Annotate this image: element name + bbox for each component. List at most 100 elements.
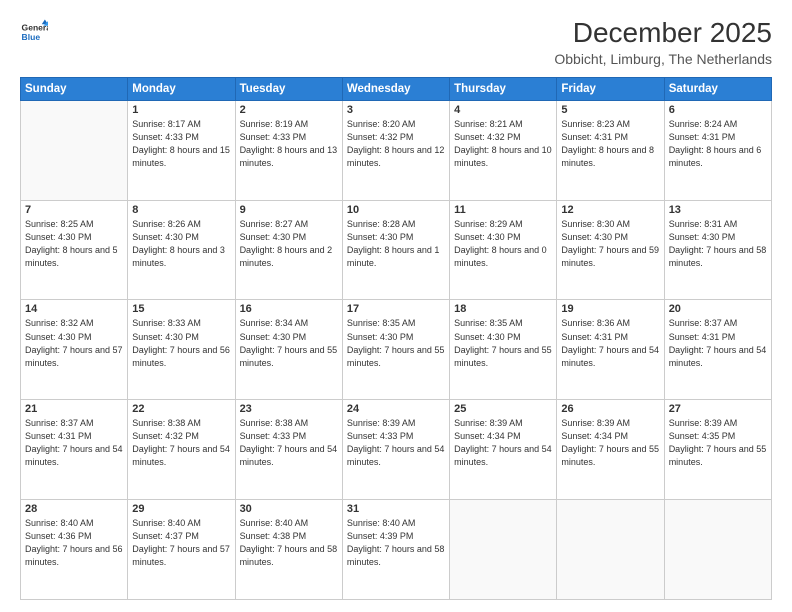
- day-info: Sunrise: 8:37 AM Sunset: 4:31 PM Dayligh…: [25, 417, 123, 469]
- table-row: 3 Sunrise: 8:20 AM Sunset: 4:32 PM Daylig…: [342, 100, 449, 200]
- day-number: 24: [347, 403, 445, 415]
- day-number: 8: [132, 204, 230, 216]
- day-number: 23: [240, 403, 338, 415]
- day-info: Sunrise: 8:40 AM Sunset: 4:38 PM Dayligh…: [240, 517, 338, 569]
- col-wednesday: Wednesday: [342, 77, 449, 100]
- day-number: 25: [454, 403, 552, 415]
- col-monday: Monday: [128, 77, 235, 100]
- col-sunday: Sunday: [21, 77, 128, 100]
- day-number: 22: [132, 403, 230, 415]
- table-row: 10Sunrise: 8:28 AM Sunset: 4:30 PM Dayli…: [342, 200, 449, 300]
- calendar-week-row: 28Sunrise: 8:40 AM Sunset: 4:36 PM Dayli…: [21, 500, 772, 600]
- day-info: Sunrise: 8:26 AM Sunset: 4:30 PM Dayligh…: [132, 218, 230, 270]
- subtitle: Obbicht, Limburg, The Netherlands: [554, 51, 772, 67]
- table-row: [450, 500, 557, 600]
- day-info: Sunrise: 8:39 AM Sunset: 4:33 PM Dayligh…: [347, 417, 445, 469]
- table-row: 8 Sunrise: 8:26 AM Sunset: 4:30 PM Daylig…: [128, 200, 235, 300]
- day-info: Sunrise: 8:23 AM Sunset: 4:31 PM Dayligh…: [561, 118, 659, 170]
- day-number: 16: [240, 303, 338, 315]
- day-info: Sunrise: 8:19 AM Sunset: 4:33 PM Dayligh…: [240, 118, 338, 170]
- table-row: 1 Sunrise: 8:17 AM Sunset: 4:33 PM Daylig…: [128, 100, 235, 200]
- day-number: 17: [347, 303, 445, 315]
- col-thursday: Thursday: [450, 77, 557, 100]
- day-number: 6: [669, 104, 767, 116]
- svg-text:Blue: Blue: [22, 32, 41, 42]
- day-number: 10: [347, 204, 445, 216]
- table-row: 17 Sunrise: 8:35 AM Sunset: 4:30 PM Dayli…: [342, 300, 449, 400]
- table-row: 16 Sunrise: 8:34 AM Sunset: 4:30 PM Dayli…: [235, 300, 342, 400]
- day-info: Sunrise: 8:24 AM Sunset: 4:31 PM Dayligh…: [669, 118, 767, 170]
- table-row: 14 Sunrise: 8:32 AM Sunset: 4:30 PM Dayli…: [21, 300, 128, 400]
- day-info: Sunrise: 8:33 AM Sunset: 4:30 PM Dayligh…: [132, 317, 230, 369]
- day-info: Sunrise: 8:35 AM Sunset: 4:30 PM Dayligh…: [347, 317, 445, 369]
- day-number: 1: [132, 104, 230, 116]
- table-row: 21Sunrise: 8:37 AM Sunset: 4:31 PM Dayli…: [21, 400, 128, 500]
- logo: General Blue: [20, 18, 48, 46]
- day-info: Sunrise: 8:38 AM Sunset: 4:32 PM Dayligh…: [132, 417, 230, 469]
- calendar-header-row: Sunday Monday Tuesday Wednesday Thursday…: [21, 77, 772, 100]
- day-info: Sunrise: 8:31 AM Sunset: 4:30 PM Dayligh…: [669, 218, 767, 270]
- day-number: 11: [454, 204, 552, 216]
- table-row: 26 Sunrise: 8:39 AM Sunset: 4:34 PM Dayli…: [557, 400, 664, 500]
- table-row: 27 Sunrise: 8:39 AM Sunset: 4:35 PM Dayli…: [664, 400, 771, 500]
- day-info: Sunrise: 8:40 AM Sunset: 4:36 PM Dayligh…: [25, 517, 123, 569]
- table-row: 24 Sunrise: 8:39 AM Sunset: 4:33 PM Dayli…: [342, 400, 449, 500]
- day-info: Sunrise: 8:39 AM Sunset: 4:35 PM Dayligh…: [669, 417, 767, 469]
- day-number: 14: [25, 303, 123, 315]
- table-row: 5 Sunrise: 8:23 AM Sunset: 4:31 PM Daylig…: [557, 100, 664, 200]
- table-row: 19 Sunrise: 8:36 AM Sunset: 4:31 PM Dayli…: [557, 300, 664, 400]
- day-info: Sunrise: 8:40 AM Sunset: 4:39 PM Dayligh…: [347, 517, 445, 569]
- header: General Blue December 2025 Obbicht, Limb…: [20, 18, 772, 67]
- calendar-week-row: 7Sunrise: 8:25 AM Sunset: 4:30 PM Daylig…: [21, 200, 772, 300]
- day-number: 4: [454, 104, 552, 116]
- day-number: 12: [561, 204, 659, 216]
- day-number: 20: [669, 303, 767, 315]
- col-tuesday: Tuesday: [235, 77, 342, 100]
- logo-icon: General Blue: [20, 18, 48, 46]
- day-number: 9: [240, 204, 338, 216]
- day-info: Sunrise: 8:34 AM Sunset: 4:30 PM Dayligh…: [240, 317, 338, 369]
- day-info: Sunrise: 8:39 AM Sunset: 4:34 PM Dayligh…: [561, 417, 659, 469]
- day-info: Sunrise: 8:27 AM Sunset: 4:30 PM Dayligh…: [240, 218, 338, 270]
- day-number: 5: [561, 104, 659, 116]
- day-info: Sunrise: 8:29 AM Sunset: 4:30 PM Dayligh…: [454, 218, 552, 270]
- day-info: Sunrise: 8:20 AM Sunset: 4:32 PM Dayligh…: [347, 118, 445, 170]
- day-info: Sunrise: 8:37 AM Sunset: 4:31 PM Dayligh…: [669, 317, 767, 369]
- day-number: 3: [347, 104, 445, 116]
- day-number: 19: [561, 303, 659, 315]
- main-title: December 2025: [554, 18, 772, 49]
- day-number: 13: [669, 204, 767, 216]
- title-block: December 2025 Obbicht, Limburg, The Neth…: [554, 18, 772, 67]
- day-number: 31: [347, 503, 445, 515]
- day-info: Sunrise: 8:17 AM Sunset: 4:33 PM Dayligh…: [132, 118, 230, 170]
- day-info: Sunrise: 8:21 AM Sunset: 4:32 PM Dayligh…: [454, 118, 552, 170]
- day-number: 27: [669, 403, 767, 415]
- day-number: 15: [132, 303, 230, 315]
- table-row: 12Sunrise: 8:30 AM Sunset: 4:30 PM Dayli…: [557, 200, 664, 300]
- table-row: 30 Sunrise: 8:40 AM Sunset: 4:38 PM Dayli…: [235, 500, 342, 600]
- day-info: Sunrise: 8:36 AM Sunset: 4:31 PM Dayligh…: [561, 317, 659, 369]
- page: General Blue December 2025 Obbicht, Limb…: [0, 0, 792, 612]
- day-number: 29: [132, 503, 230, 515]
- table-row: 2 Sunrise: 8:19 AM Sunset: 4:33 PM Daylig…: [235, 100, 342, 200]
- table-row: [557, 500, 664, 600]
- table-row: 4 Sunrise: 8:21 AM Sunset: 4:32 PM Daylig…: [450, 100, 557, 200]
- table-row: 11 Sunrise: 8:29 AM Sunset: 4:30 PM Dayli…: [450, 200, 557, 300]
- table-row: 18Sunrise: 8:35 AM Sunset: 4:30 PM Dayli…: [450, 300, 557, 400]
- calendar-week-row: 21Sunrise: 8:37 AM Sunset: 4:31 PM Dayli…: [21, 400, 772, 500]
- table-row: 9 Sunrise: 8:27 AM Sunset: 4:30 PM Daylig…: [235, 200, 342, 300]
- table-row: 29 Sunrise: 8:40 AM Sunset: 4:37 PM Dayli…: [128, 500, 235, 600]
- day-info: Sunrise: 8:32 AM Sunset: 4:30 PM Dayligh…: [25, 317, 123, 369]
- table-row: 13 Sunrise: 8:31 AM Sunset: 4:30 PM Dayli…: [664, 200, 771, 300]
- table-row: 31 Sunrise: 8:40 AM Sunset: 4:39 PM Dayli…: [342, 500, 449, 600]
- day-info: Sunrise: 8:38 AM Sunset: 4:33 PM Dayligh…: [240, 417, 338, 469]
- day-number: 7: [25, 204, 123, 216]
- day-number: 2: [240, 104, 338, 116]
- day-info: Sunrise: 8:40 AM Sunset: 4:37 PM Dayligh…: [132, 517, 230, 569]
- day-number: 30: [240, 503, 338, 515]
- table-row: 23 Sunrise: 8:38 AM Sunset: 4:33 PM Dayli…: [235, 400, 342, 500]
- col-friday: Friday: [557, 77, 664, 100]
- day-number: 26: [561, 403, 659, 415]
- day-info: Sunrise: 8:39 AM Sunset: 4:34 PM Dayligh…: [454, 417, 552, 469]
- table-row: 25 Sunrise: 8:39 AM Sunset: 4:34 PM Dayli…: [450, 400, 557, 500]
